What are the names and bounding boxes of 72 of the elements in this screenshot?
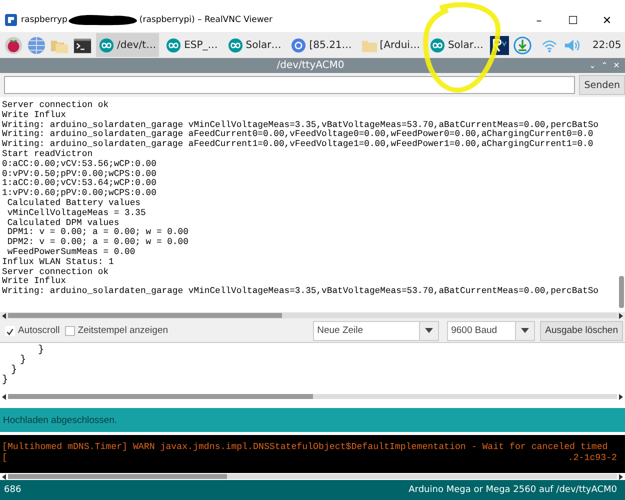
taskbar-button[interactable]: Solar…	[224, 33, 284, 57]
output-line: 1:vPV:0.60;pPV:0.00;wCPS:0.00	[2, 189, 158, 198]
serial-monitor-title: /dev/ttyACM0	[276, 60, 344, 71]
baud-rate-dropdown[interactable]: 9600 Baud	[447, 320, 536, 340]
raspberry-icon[interactable]	[4, 36, 23, 54]
output-line: Writing: arduino_solardaten_garage vMinCellVoltageMeas=3.35,vBatVoltageMeas=53.70,aBatCurrentMeas=0.00,percBatSo	[2, 120, 600, 130]
send-button[interactable]: Senden	[579, 75, 625, 95]
window-control[interactable]: ✕	[595, 14, 619, 26]
timestamp-checkbox[interactable]	[64, 326, 75, 336]
output-line: vMinCellVoltageMeas = 3.35	[6, 208, 147, 218]
output-line: 1:aCC:0.00;vCV:53.64;wCP:0.00	[2, 179, 158, 189]
board-info: Arduino Mega or Mega 2560 auf /dev/ttyACM0	[408, 485, 617, 495]
output-line: Calculated DPM values	[6, 218, 120, 228]
taskbar-button[interactable]: ESP_…	[163, 33, 221, 57]
browser-icon	[291, 38, 306, 52]
code-line: }	[10, 366, 22, 376]
output-line: DPM1: v = 0.00; a = 0.00; w = 0.00	[6, 228, 190, 238]
window-title: (raspberrypi) – RealVNC Viewer	[139, 15, 273, 25]
taskbar-button[interactable]: [85.21…	[288, 33, 355, 57]
output-line: Influx WLAN Status: 1	[2, 258, 115, 268]
output-line: 0:aCC:0.00;vCV:53.56;wCP:0.00	[2, 160, 158, 170]
console-line: .2-1c93-2	[568, 452, 617, 463]
taskbar-button[interactable]: /dev/t…	[96, 33, 160, 57]
code-line: }	[19, 356, 30, 366]
scrollbar-thumb[interactable]	[8, 474, 228, 479]
globe-icon[interactable]	[27, 36, 46, 54]
scrollbar-thumb[interactable]	[8, 394, 312, 399]
caret-icon	[425, 328, 434, 333]
clock: 22:05	[592, 40, 622, 50]
output-line: 0:vPV:0.50;pPV:0.00;wCPS:0.00	[2, 170, 158, 179]
autoscroll-checkbox[interactable]	[5, 326, 15, 336]
checkbox-label: Zeitstempel anzeigen	[78, 325, 168, 336]
console-line: [Multihomed mDNS.Timer] WARN javax.jmdns.impl.DNSStatefulObject$DefaultImplementation - Wait for canceled timed	[2, 441, 608, 452]
taskbar-button[interactable]: Solar…	[426, 33, 486, 57]
status-message: Hochladen abgeschlossen.	[3, 414, 118, 426]
scroll-left-arrow[interactable]	[1, 394, 7, 400]
output-line: Writing: arduino_solardaten_garage vMinCellVoltageMeas=3.35,vBatVoltageMeas=53.70,aBatCurrentMeas=0.00,percBatSo	[2, 287, 600, 297]
output-line: Write Influx	[2, 110, 67, 120]
output-line: Calculated Battery values	[6, 198, 142, 208]
scrollbar-thumb[interactable]	[619, 276, 624, 308]
scroll-left-arrow[interactable]	[1, 474, 7, 480]
infinity-icon	[166, 38, 182, 52]
output-line: Server connection ok	[2, 101, 110, 110]
line-number: 686	[4, 485, 22, 495]
scrollbar-thumb[interactable]	[8, 313, 282, 318]
window-control[interactable]: ☐	[561, 14, 585, 26]
clear-output-button[interactable]: Ausgabe löschen	[540, 320, 623, 340]
scroll-right-arrow[interactable]	[618, 394, 624, 400]
line-ending-dropdown[interactable]: Neue Zeile	[313, 320, 440, 340]
code-line: }	[1, 376, 12, 386]
output-line: Writing: arduino_solardaten_garage aFeedCurrent1=0.00,vFeedVoltage1=0.00,wFeedPower1=0.00,aChargingCurrent1=0.0	[2, 140, 594, 150]
infinity-icon	[430, 38, 445, 52]
output-line: wFeedPowerSumMeas = 0.00	[6, 248, 136, 258]
caret-icon	[521, 328, 530, 333]
input-field[interactable]	[4, 76, 576, 94]
infinity-icon	[228, 38, 243, 52]
output-line: Writing: arduino_solardaten_garage aFeedCurrent0=0.00,vFeedVoltage0=0.00,wFeedPower0=0.00,aChargingCurrent0=0.0	[2, 130, 594, 140]
output-line: DPM2: v = 0.00; a = 0.00; w = 0.00	[6, 238, 190, 248]
scroll-right-arrow[interactable]	[618, 312, 624, 318]
scroll-right-arrow[interactable]	[618, 474, 624, 480]
scroll-left-arrow[interactable]	[1, 312, 7, 318]
output-line: Write Influx	[2, 277, 67, 286]
window-control[interactable]: –	[527, 14, 551, 26]
app-icon	[5, 14, 17, 26]
output-line: Start readVictron	[2, 150, 94, 160]
window-title: raspberryp	[21, 15, 68, 25]
checkbox-label: Autoscroll	[18, 325, 60, 336]
console-line: [	[2, 452, 8, 463]
code-line: }	[37, 346, 48, 356]
output-line: Server connection ok	[2, 268, 110, 277]
taskbar-button[interactable]: [Ardui…	[358, 33, 423, 57]
infinity-icon	[99, 38, 114, 52]
